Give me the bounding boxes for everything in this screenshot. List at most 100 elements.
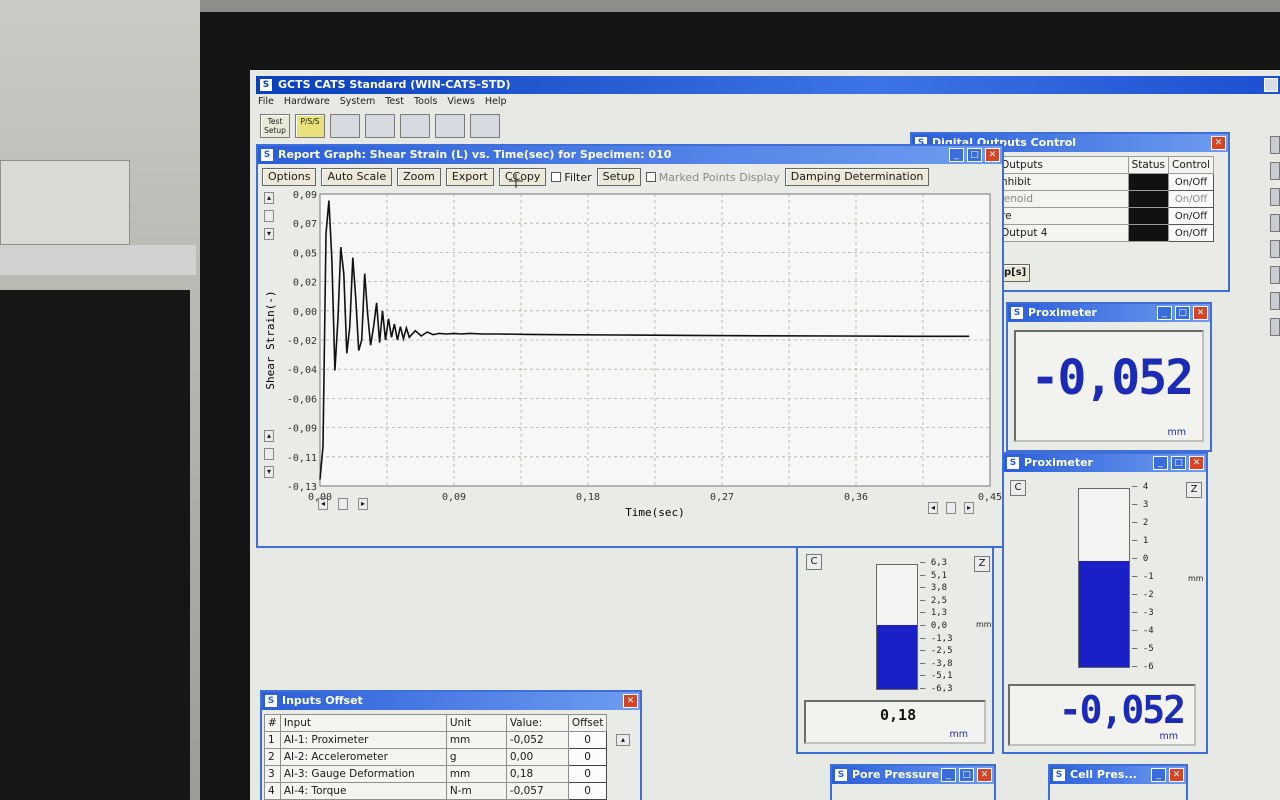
menu-test[interactable]: Test bbox=[385, 96, 404, 112]
row-number: 1 bbox=[264, 731, 281, 749]
gauge-tick-label: – -3,8 bbox=[920, 658, 953, 669]
scroll-up-button[interactable]: ▴ bbox=[616, 734, 630, 746]
minimize-button[interactable]: _ bbox=[941, 768, 956, 782]
clear-button[interactable]: C bbox=[806, 554, 822, 570]
menu-system[interactable]: System bbox=[340, 96, 375, 112]
minimize-button[interactable]: _ bbox=[1157, 306, 1172, 320]
gauge-tick-label: – 2 bbox=[1132, 518, 1149, 528]
y-axis-label: Shear Strain(-) bbox=[264, 290, 277, 389]
proximeter-gauge-window: S Proximeter _ □ ✕ C Z – 4– 3– 2– 1– 0– … bbox=[1002, 452, 1208, 754]
proximeter-value: -0,052 bbox=[1058, 688, 1186, 732]
app-title: GCTS CATS Standard (WIN-CATS-STD) bbox=[278, 78, 511, 91]
window-icon: S bbox=[1007, 457, 1019, 469]
menu-hardware[interactable]: Hardware bbox=[284, 96, 330, 112]
menu-file[interactable]: File bbox=[258, 96, 274, 112]
minimize-button[interactable]: _ bbox=[949, 148, 964, 162]
graph-icon[interactable] bbox=[330, 114, 360, 138]
close-button[interactable]: ✕ bbox=[1189, 456, 1204, 470]
clear-button[interactable]: C bbox=[1010, 480, 1026, 496]
main-toolbar: Test Setup P/S/S bbox=[260, 114, 500, 138]
pss-button[interactable]: P/S/S bbox=[295, 114, 325, 138]
status-header: Status bbox=[1127, 156, 1170, 174]
zero-button[interactable]: Z bbox=[974, 556, 990, 572]
test-setup-button[interactable]: Test Setup bbox=[260, 114, 290, 138]
input-unit: N-m bbox=[445, 782, 507, 800]
close-button[interactable]: ✕ bbox=[623, 694, 638, 708]
offset-button[interactable]: 0 bbox=[567, 748, 608, 766]
x-tick-label: 0,45 bbox=[978, 492, 1002, 503]
y-axis-ticks: 0,09 0,07 0,05 0,02 0,00 -0,02 -0,04 -0,06 -0,09… bbox=[287, 190, 317, 493]
side-tool-icon[interactable] bbox=[1270, 240, 1280, 258]
input-name: AI-3: Gauge Deformation bbox=[279, 765, 447, 783]
report-graph-title: Report Graph: Shear Strain (L) vs. Time(… bbox=[278, 148, 672, 161]
status-indicator bbox=[1127, 207, 1170, 225]
y-tick-label: -0,02 bbox=[287, 336, 317, 347]
gauge-tick-label: – -6,3 bbox=[920, 684, 953, 694]
side-tool-icon[interactable] bbox=[1270, 214, 1280, 232]
menu-tools[interactable]: Tools bbox=[414, 96, 437, 112]
offset-button[interactable]: 0 bbox=[567, 782, 608, 800]
side-tool-icon[interactable] bbox=[1270, 188, 1280, 206]
pore-pressure-window: S Pore Pressure _ □ ✕ bbox=[830, 764, 996, 800]
row-number: 2 bbox=[264, 748, 281, 766]
app-minimize-button[interactable] bbox=[1264, 78, 1278, 92]
gauge-tick-label: – 3,8 bbox=[920, 583, 948, 594]
minimize-button[interactable]: _ bbox=[1151, 768, 1166, 782]
gauge-deformation-window: C Z – 6,3 – 5,1 – 3,8– 2,5 – 1,3 – 0,0 – -1,3… bbox=[796, 540, 994, 754]
column-header: Value: bbox=[505, 714, 569, 732]
deformation-bar-gauge bbox=[876, 564, 918, 690]
x-tick-label: 0,18 bbox=[576, 492, 600, 503]
cell-pressure-window: S Cell Pres... _ ✕ bbox=[1048, 764, 1188, 800]
gauge-tick-label: – -6 bbox=[1132, 662, 1154, 672]
side-tool-icon[interactable] bbox=[1270, 292, 1280, 310]
side-tool-icon[interactable] bbox=[1270, 162, 1280, 180]
close-button[interactable]: ✕ bbox=[1169, 768, 1184, 782]
close-button[interactable]: ✕ bbox=[985, 148, 1000, 162]
gauge-tick-label: – -3 bbox=[1132, 608, 1154, 618]
side-tool-icon[interactable] bbox=[1270, 136, 1280, 154]
status-indicator bbox=[1127, 173, 1170, 191]
input-name: AI-1: Proximeter bbox=[279, 731, 447, 749]
gauge-tick-label: – 4 bbox=[1132, 482, 1149, 492]
proximeter-display: -0,052 mm bbox=[1008, 684, 1196, 746]
proximeter-window: S Proximeter _ □ ✕ C -0,052 mm bbox=[1006, 302, 1212, 452]
gauge-tick-label: – -2,5 bbox=[920, 646, 953, 657]
data-icon[interactable] bbox=[400, 114, 430, 138]
table-row: 2 AI-2: Accelerometer g 0,00 0 bbox=[264, 748, 608, 766]
maximize-button[interactable]: □ bbox=[1171, 456, 1186, 470]
maximize-button[interactable]: □ bbox=[959, 768, 974, 782]
menu-views[interactable]: Views bbox=[447, 96, 475, 112]
menu-help[interactable]: Help bbox=[485, 96, 507, 112]
on-off-button[interactable]: On/Off bbox=[1168, 173, 1214, 191]
close-button[interactable]: ✕ bbox=[977, 768, 992, 782]
side-tool-icon[interactable] bbox=[1270, 266, 1280, 284]
shear-strain-chart[interactable]: 0,09 0,07 0,05 0,02 0,00 -0,02 -0,04 -0,06 -0,09… bbox=[258, 168, 1002, 546]
y-tick-label: -0,09 bbox=[287, 424, 317, 435]
deformation-display: 0,18 mm bbox=[804, 700, 986, 744]
status-indicator bbox=[1127, 190, 1170, 208]
minimize-button[interactable]: _ bbox=[1153, 456, 1168, 470]
column-header: Input bbox=[279, 714, 447, 732]
gauge-level bbox=[877, 625, 917, 689]
offset-button[interactable]: 0 bbox=[567, 765, 608, 783]
column-header: Offset bbox=[567, 714, 608, 732]
column-header: # bbox=[264, 714, 281, 732]
on-off-button[interactable]: On/Off bbox=[1168, 207, 1214, 225]
y-tick-label: 0,07 bbox=[293, 219, 317, 230]
maximize-button[interactable]: □ bbox=[1175, 306, 1190, 320]
maximize-button[interactable]: □ bbox=[967, 148, 982, 162]
specimen-icon[interactable] bbox=[470, 114, 500, 138]
monitor-icon[interactable] bbox=[365, 114, 395, 138]
gauge-tick-label: – -1 bbox=[1132, 572, 1154, 582]
x-tick-label: 0,00 bbox=[308, 492, 332, 503]
inputs-offset-title: Inputs Offset bbox=[282, 694, 363, 707]
zero-button[interactable]: Z bbox=[1186, 482, 1202, 498]
side-tool-icon[interactable] bbox=[1270, 318, 1280, 336]
gauge-tick-label: – 1,3 bbox=[920, 608, 948, 619]
report-icon[interactable] bbox=[435, 114, 465, 138]
on-off-button[interactable]: On/Off bbox=[1168, 224, 1214, 242]
close-button[interactable]: ✕ bbox=[1193, 306, 1208, 320]
close-button[interactable]: ✕ bbox=[1211, 136, 1226, 150]
on-off-button[interactable]: On/Off bbox=[1168, 190, 1214, 208]
offset-button[interactable]: 0 bbox=[567, 731, 608, 749]
